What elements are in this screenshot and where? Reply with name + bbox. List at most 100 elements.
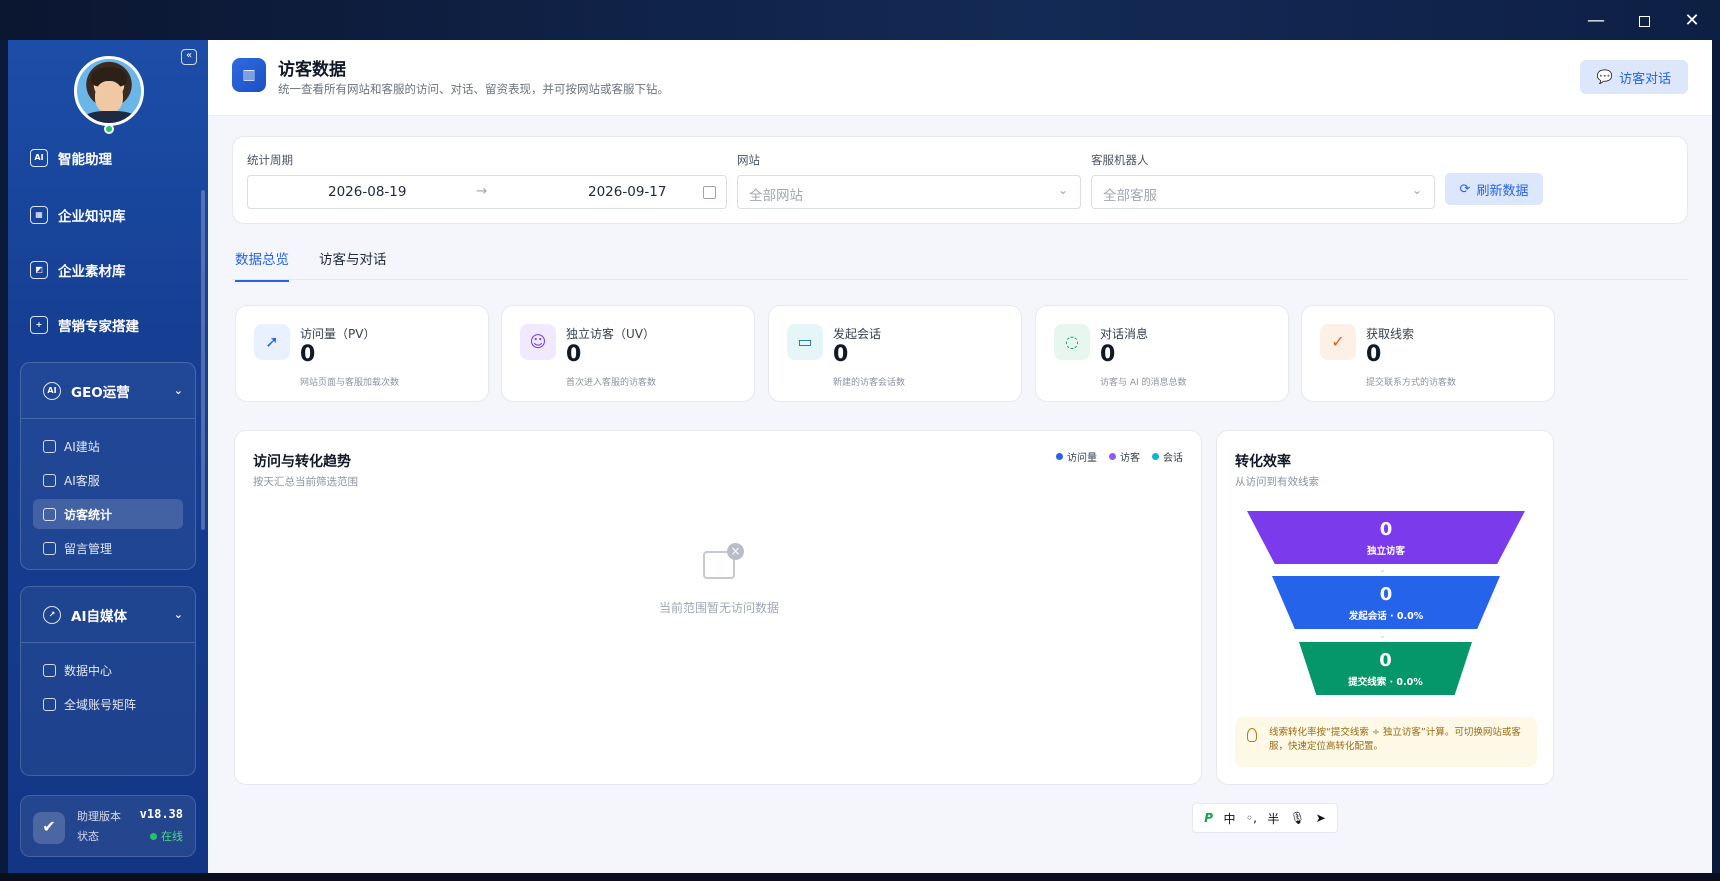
sidebar-item-visitor-stats[interactable]: 访客统计 (33, 499, 183, 529)
site-select[interactable]: 全部网站 ⌄ (737, 175, 1081, 209)
funnel-card: 转化效率 从访问到有效线索 0 独立访客 ⌄ 0 发起会话 · 0.0% ⌄ 0… (1216, 430, 1554, 785)
funnel-label: 独立访客 (1366, 546, 1405, 557)
stat-label: 访问量（PV） (300, 327, 376, 341)
close-circle-icon: × (727, 543, 744, 560)
nav-material-library[interactable]: ◩ 企业素材库 (30, 255, 126, 285)
avatar[interactable] (74, 56, 144, 126)
user-check-icon: ✓ (1320, 324, 1356, 360)
media-group-header[interactable]: ↗ AI自媒体 ⌄ (21, 587, 195, 643)
message-box-icon (43, 541, 56, 555)
send-icon[interactable]: ➤ (1316, 811, 1326, 825)
arrow-right-icon: → (476, 183, 488, 199)
version-value: v18.38 (139, 807, 183, 821)
end-date[interactable]: 2026-09-17 (588, 184, 666, 200)
user-plus-icon: + (30, 316, 48, 334)
legend-item-sessions[interactable]: 会话 (1152, 449, 1183, 464)
page-header: ▥ 访客数据 统一查看所有网站和客服的访问、对话、留资表现，并可按网站或客服下钻… (208, 40, 1712, 116)
nav-smart-assistant[interactable]: AI 智能助理 (30, 143, 112, 173)
ime-width-toggle[interactable]: 半 (1267, 810, 1279, 827)
funnel-value: 0 (1379, 519, 1393, 540)
filter-panel: 统计周期 2026-08-19 → 2026-09-17 网站 全部网站 ⌄ 客… (232, 136, 1688, 224)
status-dot (150, 833, 157, 840)
visitor-chat-button[interactable]: 💬 访客对话 (1580, 60, 1688, 94)
online-status-dot (104, 124, 114, 134)
version-panel: ✔ 助理版本 v18.38 状态 在线 (20, 795, 196, 857)
funnel-value: 0 (1379, 650, 1392, 671)
ime-toolbar: P 中 ◦, 半 🎙 ➤ (1192, 803, 1338, 833)
minimize-button[interactable]: — (1576, 8, 1616, 34)
start-date[interactable]: 2026-08-19 (328, 184, 406, 200)
stat-desc: 网站页面与客服加载次数 (300, 378, 400, 388)
image-icon: ◩ (30, 261, 48, 279)
nav-label: 企业知识库 (58, 209, 126, 225)
nav-marketing-expert[interactable]: + 营销专家搭建 (30, 310, 139, 340)
media-group: ↗ AI自媒体 ⌄ 数据中心 全域账号矩阵 (20, 586, 196, 776)
microphone-icon[interactable]: 🎙 (1290, 811, 1305, 825)
stat-value: 0 (300, 342, 316, 367)
funnel-tip: 线索转化率按“提交线索 ÷ 独立访客”计算。可切换网站或客服，快速定位高转化配置… (1235, 717, 1537, 767)
nav-knowledge-base[interactable]: ▦ 企业知识库 (30, 200, 126, 230)
stat-card-uv: ☺ 独立访客（UV） 0 首次进入客服的访客数 (501, 305, 755, 402)
bot-select[interactable]: 全部客服 ⌄ (1091, 175, 1435, 209)
funnel-tip-text: 线索转化率按“提交线索 ÷ 独立访客”计算。可切换网站或客服，快速定位高转化配置… (1269, 727, 1521, 752)
refresh-icon: ⟳ (1459, 181, 1471, 197)
legend-dot (1109, 453, 1116, 460)
refresh-button[interactable]: ⟳ 刷新数据 (1445, 173, 1543, 205)
legend-label: 访客 (1120, 453, 1140, 464)
sidebar: « AI 智能助理 ▦ 企业知识库 ◩ 企业素材库 + 营销专家搭建 AI GE… (8, 40, 208, 873)
stat-card-messages: ◌ 对话消息 0 访客与 AI 的消息总数 (1035, 305, 1289, 402)
maximize-icon (1638, 15, 1650, 27)
nav-label: 营销专家搭建 (58, 319, 139, 335)
stat-label: 对话消息 (1100, 327, 1149, 341)
visitor-chat-label: 访客对话 (1619, 71, 1672, 87)
ime-logo-icon[interactable]: P (1204, 811, 1213, 825)
sidebar-item-ai-site[interactable]: AI建站 (33, 431, 183, 461)
tab-bar: 数据总览 访客与对话 (232, 236, 1688, 282)
chevron-down-icon: ⌄ (1379, 565, 1386, 574)
status-text: 在线 (161, 830, 183, 843)
cursor-click-icon: ➚ (254, 324, 290, 360)
window-titlebar: — ✕ (0, 0, 1720, 40)
geo-group-label: GEO运营 (71, 384, 130, 401)
date-range-picker[interactable]: 2026-08-19 → 2026-09-17 (247, 175, 727, 209)
ime-punct-toggle[interactable]: ◦, (1246, 811, 1257, 825)
chevron-down-icon: ⌄ (1411, 183, 1422, 197)
close-button[interactable]: ✕ (1672, 8, 1712, 34)
sidebar-item-ai-service[interactable]: AI客服 (33, 465, 183, 495)
funnel-label: 提交线索 · 0.0% (1348, 677, 1423, 688)
bot-label: 客服机器人 (1091, 153, 1149, 167)
sidebar-scrollbar[interactable] (201, 190, 205, 530)
chat-bubbles-icon: ▭ (787, 324, 823, 360)
ime-lang-toggle[interactable]: 中 (1224, 810, 1236, 827)
legend-item-visitors[interactable]: 访客 (1109, 449, 1140, 464)
tab-overview[interactable]: 数据总览 (235, 248, 289, 282)
period-label: 统计周期 (247, 153, 293, 167)
sidebar-item-data-center[interactable]: 数据中心 (33, 655, 183, 685)
chat-bubbles-icon: 💬 (1596, 69, 1614, 85)
stat-card-pv: ➚ 访问量（PV） 0 网站页面与客服加载次数 (235, 305, 489, 402)
shield-icon: ✔ (33, 812, 65, 844)
media-group-label: AI自媒体 (71, 608, 127, 625)
message-dots-icon: ◌ (1054, 324, 1090, 360)
chevron-down-icon: ⌄ (1057, 183, 1068, 197)
sidebar-item-account-matrix[interactable]: 全域账号矩阵 (33, 689, 183, 719)
stat-value: 0 (1366, 342, 1382, 367)
stat-label: 发起会话 (833, 327, 882, 341)
stat-card-leads: ✓ 获取线索 0 提交联系方式的访客数 (1301, 305, 1555, 402)
funnel-step-leads: 0 提交线索 · 0.0% (1299, 642, 1472, 695)
sidebar-item-messages[interactable]: 留言管理 (33, 533, 183, 563)
tab-visitors-chats[interactable]: 访客与对话 (319, 248, 387, 280)
legend-dot (1152, 453, 1159, 460)
legend-label: 访问量 (1067, 453, 1097, 464)
sidebar-item-label: 全域账号矩阵 (64, 697, 137, 712)
bot-select-placeholder: 全部客服 (1103, 188, 1157, 204)
maximize-button[interactable] (1624, 8, 1664, 34)
sidebar-item-label: 数据中心 (64, 663, 113, 678)
legend-item-pv[interactable]: 访问量 (1056, 449, 1097, 464)
users-icon: ☺ (520, 324, 556, 360)
stat-desc: 新建的访客会话数 (833, 378, 906, 388)
file-icon (43, 697, 56, 711)
collapse-sidebar-button[interactable]: « (181, 49, 197, 65)
phone-chat-icon (43, 473, 56, 487)
geo-group-header[interactable]: AI GEO运营 ⌄ (21, 363, 195, 419)
